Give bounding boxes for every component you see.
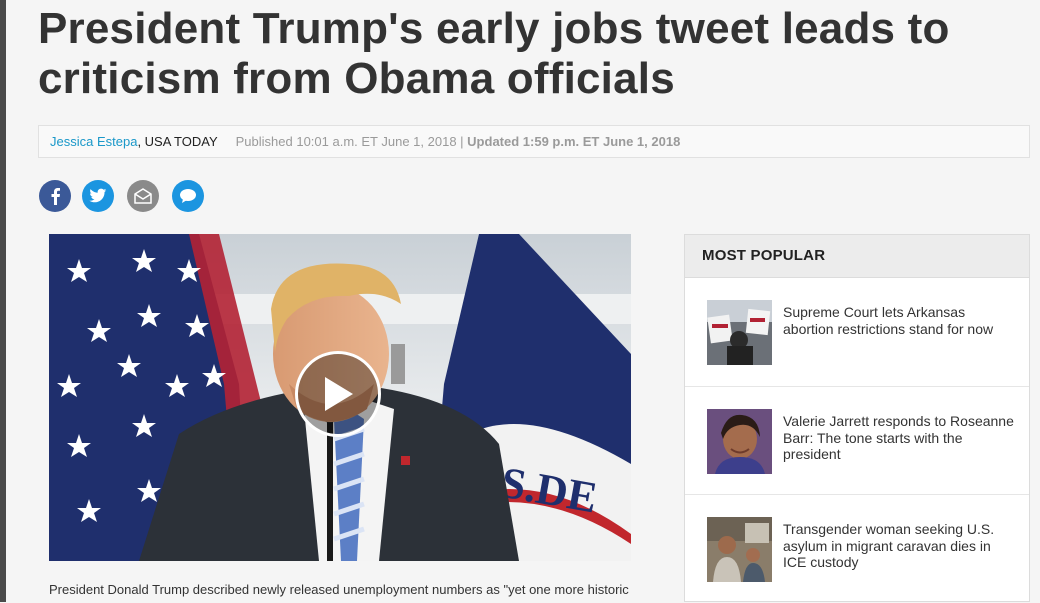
facebook-icon [51,188,60,205]
popular-item-thumbnail [707,300,772,365]
article-headline: President Trump's early jobs tweet leads… [38,4,950,103]
page-edge-bar [0,0,6,602]
popular-item-title: Valerie Jarrett responds to Roseanne Bar… [783,413,1014,462]
comment-icon [180,189,196,203]
updated-timestamp: Updated 1:59 p.m. ET June 1, 2018 [467,134,681,149]
popular-item-thumbnail [707,409,772,474]
popular-item-thumbnail [707,517,772,582]
article-lead-paragraph: President Donald Trump described newly r… [49,582,629,597]
play-button[interactable] [295,351,381,437]
published-timestamp: Published 10:01 a.m. ET June 1, 2018 [235,134,457,149]
author-link[interactable]: Jessica Estepa [50,134,137,149]
share-comment-button[interactable] [172,180,204,212]
share-facebook-button[interactable] [39,180,71,212]
twitter-icon [89,188,107,203]
play-icon [325,377,353,411]
most-popular-panel: MOST POPULAR Supreme Court lets Arkansas… [684,234,1030,602]
publication-name: , USA TODAY [137,134,218,149]
popular-item[interactable]: Valerie Jarrett responds to Roseanne Bar… [685,387,1029,495]
share-email-button[interactable] [127,180,159,212]
popular-item[interactable]: Transgender woman seeking U.S. asylum in… [685,495,1029,603]
popular-item-title: Supreme Court lets Arkansas abortion res… [783,304,994,337]
popular-item-title: Transgender woman seeking U.S. asylum in… [783,521,995,570]
video-player[interactable]: S.DE [49,234,631,561]
byline: Jessica Estepa, USA TODAY Published 10:01… [38,125,1030,158]
email-icon [134,188,152,204]
share-twitter-button[interactable] [82,180,114,212]
popular-item[interactable]: Supreme Court lets Arkansas abortion res… [685,278,1029,386]
timestamp-separator: | [456,134,468,149]
most-popular-header: MOST POPULAR [685,235,1029,278]
